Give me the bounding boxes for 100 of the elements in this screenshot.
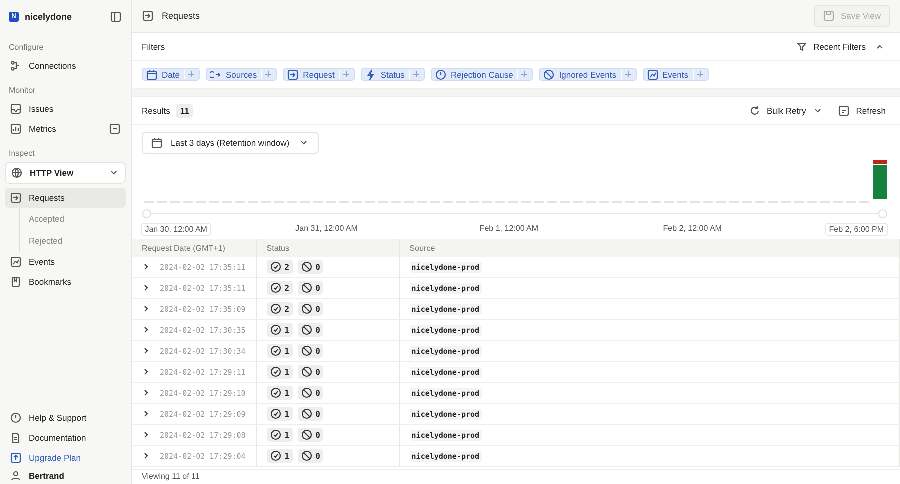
- expand-row-button[interactable]: [142, 452, 150, 460]
- accepted-count: 1: [266, 386, 293, 400]
- results-title: Results: [142, 106, 170, 116]
- events-icon: [10, 256, 22, 268]
- expand-row-button[interactable]: [142, 263, 150, 271]
- connections-icon: [10, 60, 22, 72]
- accepted-count: 1: [266, 323, 293, 337]
- ban-icon: [300, 429, 313, 441]
- filter-chip[interactable]: Ignored Events: [539, 68, 636, 81]
- timeline-label: Feb 2, 6:00 PM: [825, 223, 888, 236]
- filter-chip[interactable]: Date: [142, 68, 200, 81]
- bookmark-icon: [10, 276, 22, 288]
- expand-row-button[interactable]: [142, 410, 150, 418]
- expand-row-button[interactable]: [142, 284, 150, 292]
- calendar-icon: [151, 137, 163, 149]
- plus-icon: [184, 70, 196, 79]
- date-range-select[interactable]: Last 3 days (Retention window): [142, 132, 319, 154]
- enter-icon: [10, 192, 22, 204]
- accepted-count: 1: [266, 365, 293, 379]
- timeline-label: Jan 30, 12:00 AM: [141, 223, 212, 236]
- retry-icon: [749, 104, 762, 116]
- check-circle-icon: [270, 408, 282, 420]
- expand-row-button[interactable]: [142, 326, 150, 334]
- range-handle[interactable]: [142, 210, 152, 218]
- user-icon: [10, 470, 22, 482]
- plus-icon: [261, 70, 274, 79]
- enter-icon: [287, 68, 300, 80]
- expand-row-button[interactable]: [142, 347, 150, 355]
- view-select[interactable]: HTTP View: [5, 162, 126, 184]
- nav-item[interactable]: Issues: [5, 99, 126, 119]
- check-circle-icon: [270, 324, 282, 336]
- rejected-count: 0: [298, 407, 324, 421]
- rejected-count: 0: [298, 302, 324, 316]
- check-circle-icon: [270, 345, 282, 357]
- nav-item[interactable]: Connections: [5, 56, 126, 76]
- footer-link[interactable]: Help & Support: [5, 408, 126, 428]
- ban-icon: [300, 387, 313, 399]
- filter-chip[interactable]: Rejection Cause: [430, 68, 534, 81]
- workspace-name: nicelydone: [25, 12, 74, 22]
- rejected-count: 0: [298, 428, 324, 442]
- bulk-retry-button[interactable]: Bulk Retry: [745, 102, 828, 118]
- ban-icon: [300, 345, 313, 357]
- accepted-count: 1: [266, 344, 293, 358]
- nav-item[interactable]: Bookmarks: [5, 272, 126, 292]
- enter-icon: [142, 10, 154, 22]
- check-circle-icon: [270, 261, 282, 273]
- recent-filters-button[interactable]: Recent Filters: [792, 38, 870, 54]
- accepted-count: 2: [266, 260, 293, 274]
- nav-item[interactable]: Requests: [5, 188, 126, 208]
- timeline-label: Feb 1, 12:00 AM: [478, 223, 540, 234]
- column-header: Source: [399, 239, 900, 257]
- expand-row-button[interactable]: [142, 431, 150, 439]
- footer-link[interactable]: Documentation: [5, 428, 126, 448]
- column-header: Status: [256, 239, 400, 257]
- filter-chip[interactable]: Request: [283, 68, 355, 81]
- filter-chip[interactable]: Sources: [206, 68, 278, 81]
- ban-icon: [543, 68, 556, 80]
- inbox-icon: [10, 103, 22, 115]
- expand-row-button[interactable]: [142, 368, 150, 376]
- page-title: Requests: [162, 11, 202, 21]
- ban-icon: [300, 303, 313, 315]
- calendar-icon: [146, 68, 158, 80]
- refresh-button[interactable]: Refresh: [834, 102, 890, 118]
- filter-chip[interactable]: Events: [642, 68, 708, 81]
- nav-item[interactable]: Events: [5, 252, 126, 272]
- ban-icon: [300, 324, 313, 336]
- accepted-count: 1: [266, 407, 293, 421]
- help-icon: [10, 412, 22, 424]
- ban-icon: [300, 450, 313, 462]
- filters-title: Filters: [142, 42, 166, 52]
- timeline-label: Feb 2, 12:00 AM: [662, 223, 723, 234]
- check-circle-icon: [270, 450, 282, 462]
- rejected-count: 0: [298, 344, 324, 358]
- expand-row-button[interactable]: [142, 305, 150, 313]
- filter-chip[interactable]: Status: [360, 68, 425, 81]
- check-circle-icon: [270, 303, 282, 315]
- rejected-count: 0: [298, 323, 324, 337]
- range-handle[interactable]: [878, 210, 888, 218]
- ban-icon: [300, 408, 313, 420]
- plus-icon: [692, 70, 704, 79]
- timeline-label: Jan 31, 12:00 AM: [294, 223, 359, 234]
- plus-icon: [408, 70, 421, 79]
- accepted-count: 2: [266, 302, 293, 316]
- accepted-count: 1: [266, 428, 293, 442]
- refresh-icon: [838, 104, 850, 116]
- check-circle-icon: [270, 366, 282, 378]
- document-icon: [10, 432, 22, 444]
- nav-item[interactable]: Metrics: [5, 119, 126, 139]
- check-circle-icon: [270, 387, 282, 399]
- rejected-count: 0: [298, 449, 324, 463]
- footer-link[interactable]: Upgrade Plan: [5, 448, 126, 468]
- connections-icon: [210, 68, 222, 80]
- events-icon: [646, 68, 658, 80]
- check-circle-icon: [270, 282, 282, 294]
- globe-icon: [11, 167, 23, 179]
- panel-icon: [110, 10, 122, 22]
- ban-icon: [300, 261, 313, 273]
- plus-icon: [517, 70, 530, 79]
- expand-row-button[interactable]: [142, 389, 150, 397]
- plus-icon: [620, 70, 632, 79]
